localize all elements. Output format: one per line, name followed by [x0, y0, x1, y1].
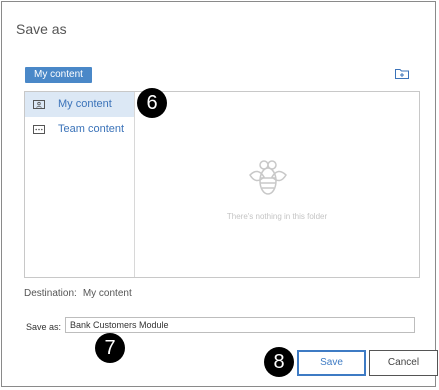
sidebar-item-label: My content: [58, 98, 112, 110]
my-content-icon: [33, 100, 45, 109]
bee-icon: [249, 160, 287, 195]
save-button[interactable]: Save: [297, 350, 366, 376]
destination-row: Destination: My content: [24, 288, 132, 299]
empty-folder-message: There's nothing in this folder: [226, 212, 328, 221]
breadcrumb[interactable]: My content: [25, 67, 92, 83]
save-as-label: Save as:: [26, 322, 62, 332]
sidebar-item-label: Team content: [58, 123, 125, 135]
destination-value: My content: [82, 288, 132, 299]
sidebar: My content Team content: [25, 92, 135, 277]
destination-label: Destination:: [24, 288, 77, 299]
callout-badge: 8: [264, 347, 294, 377]
dialog-title: Save as: [16, 21, 67, 37]
cancel-button[interactable]: Cancel: [369, 350, 438, 376]
callout-badge: 6: [137, 88, 167, 118]
folder-browser: My content Team content There's nothing …: [24, 91, 420, 278]
callout-badge: 7: [95, 333, 125, 363]
save-as-dialog: Save as My content My content Team conte…: [1, 1, 438, 387]
folder-contents: There's nothing in this folder: [135, 92, 419, 277]
sidebar-item-my-content[interactable]: My content: [25, 92, 134, 117]
team-content-icon: [33, 125, 45, 134]
sidebar-item-team-content[interactable]: Team content: [25, 117, 134, 142]
new-folder-icon[interactable]: [395, 68, 409, 79]
save-as-input[interactable]: [65, 317, 415, 333]
